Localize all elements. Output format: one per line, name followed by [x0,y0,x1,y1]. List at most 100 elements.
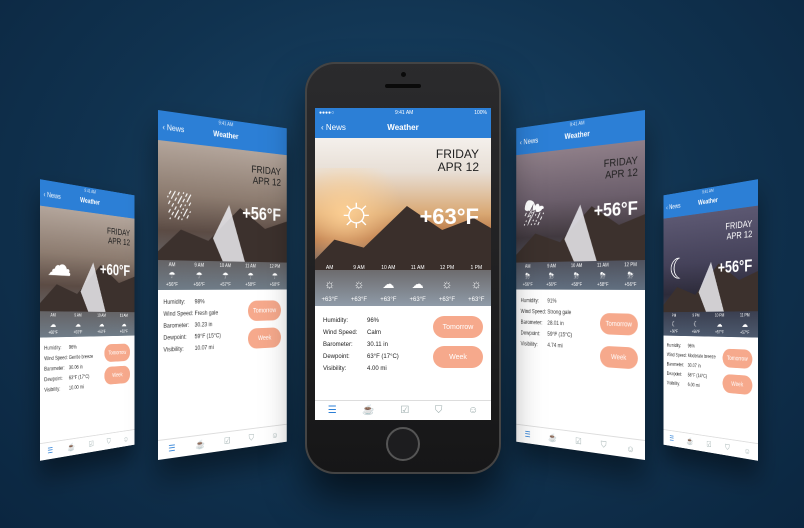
checklist-icon[interactable]: ☑ [706,440,711,450]
weather-details: Humidity: 96% Wind Speed: Calm Barometer: 3… [315,306,491,400]
weather-hero: FRIDAY APR 12 ⛆ +56°F AM ☂ +56°F 9 AM ☂ +56°F… [158,140,287,290]
storm-icon: ⛈ [573,270,580,280]
hour-time: AM [524,264,531,270]
list-icon[interactable]: ☰ [669,434,674,443]
hour-temp: +56°F [522,282,533,288]
tab-bar: ☰ ☕ ☑ ⛉ ☺ [516,423,645,460]
detail-key: Humidity: [44,345,62,352]
hour-item: 10 AM ☁ +63°F [97,312,106,337]
user-icon[interactable]: ☺ [468,405,478,416]
detail-key: Humidity: [163,299,186,306]
coffee-icon[interactable]: ☕ [687,437,694,447]
hour-temp: +57°F [740,330,750,336]
hour-temp: +56°F [166,282,178,288]
rain-cloud-icon: ☂ [247,270,254,280]
detail-key: Visibility: [44,386,61,394]
tomorrow-button[interactable]: Tomorrow [599,312,638,336]
hour-time: 10 AM [97,313,106,319]
cloud-icon: ☁ [49,319,57,329]
storm-icon: ⛈ [548,270,555,280]
hour-item: 11 PM ☁ +57°F [740,311,750,337]
checklist-icon[interactable]: ☑ [89,439,94,449]
user-icon[interactable]: ☺ [744,446,750,456]
checklist-icon[interactable]: ☑ [400,405,409,416]
detail-value: 96% [367,318,380,324]
hour-temp: +57°F [715,330,724,336]
detail-key: Wind Speed: [163,311,194,318]
cloud-icon: ☁ [716,319,723,328]
user-icon[interactable]: ☺ [627,443,635,454]
tomorrow-button[interactable]: Tomorrow [104,343,131,363]
shield-icon[interactable]: ⛉ [107,437,111,447]
hour-time: 9 AM [194,262,204,269]
shield-icon[interactable]: ⛉ [725,443,729,453]
week-button[interactable]: Week [104,365,131,385]
detail-key: Wind Speed: [44,355,68,363]
list-icon[interactable]: ☰ [48,446,54,456]
week-button[interactable]: Week [433,346,483,368]
user-icon[interactable]: ☺ [123,434,128,443]
hour-item: 10 AM ☂ +57°F [220,261,231,289]
coffee-icon[interactable]: ☕ [548,432,557,443]
detail-value: 30.23 in [194,322,213,329]
detail-value: Fresh gale [194,310,219,318]
weather-details: Humidity: 98% Wind Speed: Fresh gale Barom… [158,289,287,410]
hour-temp: +56°F [670,329,678,335]
hour-time: PM [671,313,677,319]
detail-key: Dewpoint: [323,354,350,360]
week-button[interactable]: Week [599,345,638,370]
week-button[interactable]: Week [247,327,281,349]
hour-item: 1 PM ☼ +63°F [468,262,484,306]
cloud-icon: ☁ [98,319,105,328]
detail-value: Calm [367,330,382,336]
detail-value: 91% [547,298,557,305]
date-label: FRIDAY APR 12 [107,226,130,248]
hour-temp: +60°F [48,330,58,336]
shield-icon[interactable]: ⛉ [249,433,254,444]
weather-details: Humidity: 96% Wind Speed: Gentle breeze Ba… [40,336,135,444]
hourly-forecast: AM ⛈ +56°F 9 AM ⛈ +56°F 10 AM ⛈ +58°F 11 AM ⛈ +5… [516,260,645,290]
home-button[interactable] [386,427,420,461]
hour-time: 9 AM [74,313,82,319]
storm-icon: ⛈ [525,270,531,281]
detail-key: Wind Speed: [520,309,547,316]
week-button[interactable]: Week [722,373,753,396]
detail-value: 59°F (15°C) [547,331,573,339]
mockup-stage: 9:41 AM ‹ News Weather FRIDAY APR 12 ☁ +6… [0,0,804,528]
weather-hero: FRIDAY APR 12 ☁ +60°F AM ☁ +60°F 9 AM ☁ +60°F… [40,205,135,338]
hour-item: 12 PM ☂ +58°F [270,262,281,289]
moon-icon: ☾ [671,319,677,328]
coffee-icon[interactable]: ☕ [196,439,205,451]
tomorrow-button[interactable]: Tomorrow [722,348,753,369]
hour-temp: +58°F [597,282,609,288]
detail-key: Dewpoint: [44,376,63,384]
list-icon[interactable]: ☰ [525,429,531,440]
hour-temp: +58°F [269,282,280,288]
phone-device: ●●●●○ 9:41 AM 100% ‹ News Weather FRIDAY… [305,62,501,474]
checklist-icon[interactable]: ☑ [575,436,581,447]
status-bar: ●●●●○ 9:41 AM 100% [315,108,491,116]
hour-time: 9 AM [547,263,556,270]
hour-temp: +63°F [468,297,485,303]
hour-time: 11 AM [410,265,425,271]
list-icon[interactable]: ☰ [328,405,337,416]
list-icon[interactable]: ☰ [168,443,175,455]
user-icon[interactable]: ☺ [271,430,278,440]
shield-icon[interactable]: ⛉ [435,405,443,416]
coffee-icon[interactable]: ☕ [68,442,75,452]
detail-key: Barometer: [323,342,353,348]
rain-icon: ⛆ [166,185,192,228]
date-label: FRIDAY APR 12 [604,155,638,182]
hour-temp: +56°F [691,329,701,335]
shield-icon[interactable]: ⛉ [601,439,607,450]
tomorrow-button[interactable]: Tomorrow [433,316,483,338]
current-temp: +60°F [99,261,131,281]
checklist-icon[interactable]: ☑ [224,436,230,447]
sun-icon: ☼ [470,277,482,291]
hour-item: 11 AM ☂ +58°F [245,262,256,290]
detail-value: Moderate breeze [687,353,716,361]
coffee-icon[interactable]: ☕ [362,405,374,416]
sun-icon: ☼ [441,277,453,291]
hour-item: 10 AM ☁ +63°F [380,262,396,306]
tomorrow-button[interactable]: Tomorrow [247,300,281,322]
